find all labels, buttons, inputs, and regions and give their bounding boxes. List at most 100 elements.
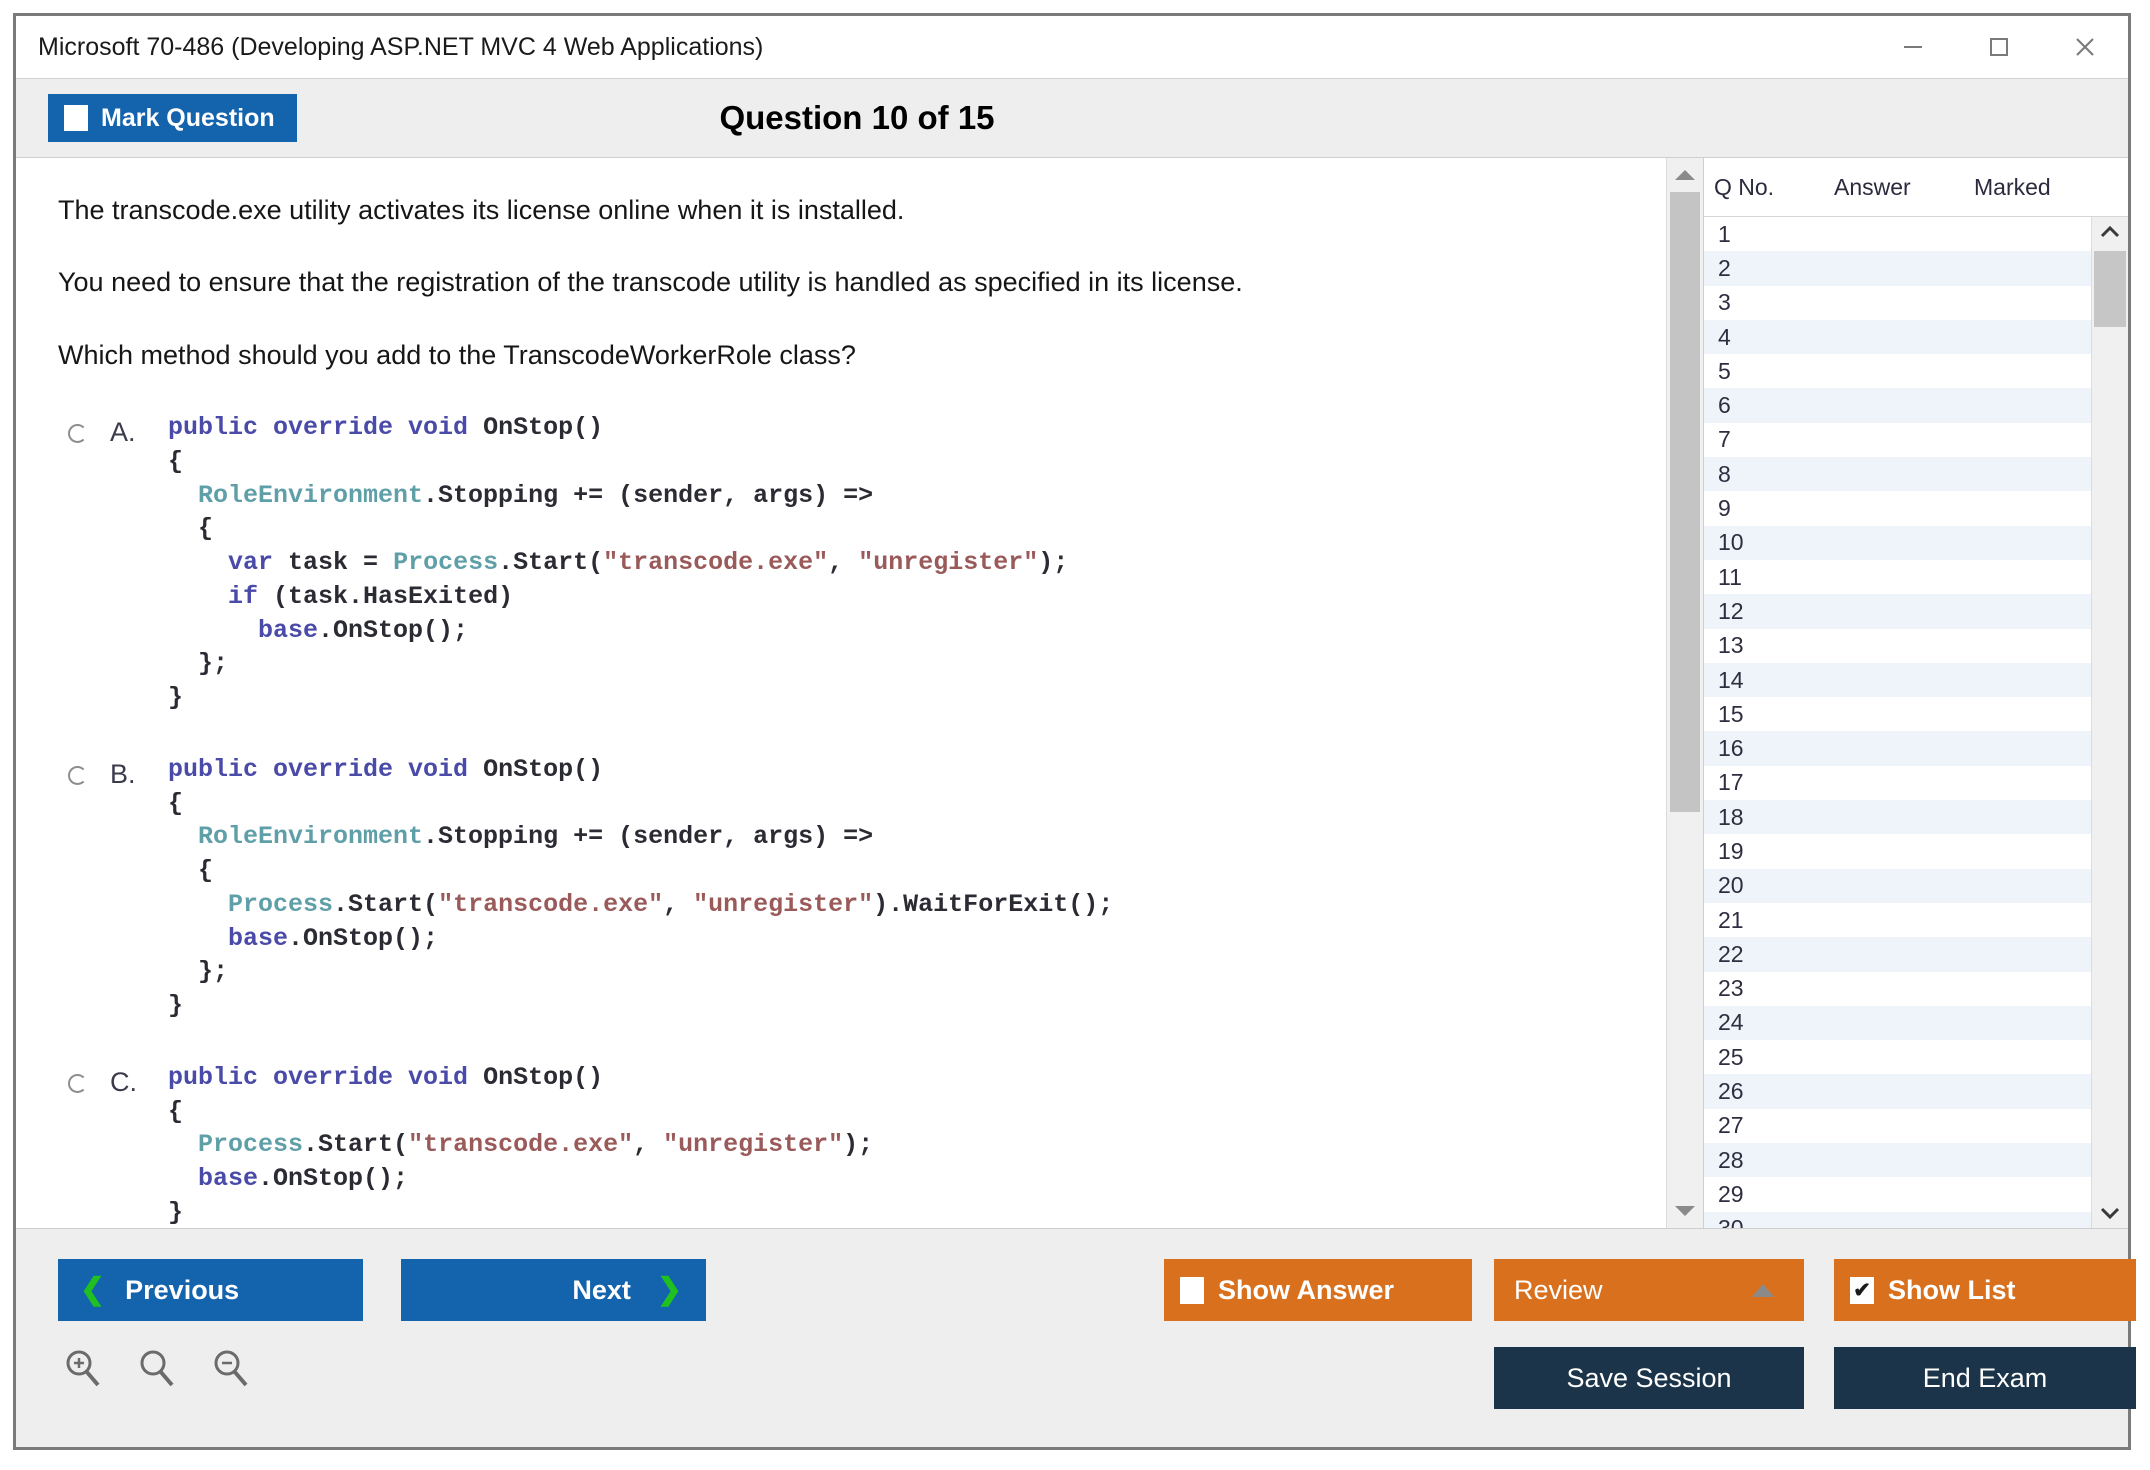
- radio-button-icon[interactable]: [68, 1074, 87, 1093]
- code-token: }: [168, 1198, 183, 1227]
- scroll-up-icon[interactable]: [1667, 158, 1703, 192]
- mark-question-checkbox-icon[interactable]: [64, 105, 88, 131]
- close-icon[interactable]: [2042, 16, 2128, 78]
- question-list-row[interactable]: 20: [1704, 869, 2091, 903]
- next-button[interactable]: Next ❯: [401, 1259, 706, 1321]
- question-list-scrollbar[interactable]: [2091, 217, 2128, 1228]
- code-token: .OnStop();: [258, 1164, 408, 1193]
- answer-option-b[interactable]: B.public override void OnStop() { RoleEn…: [58, 753, 1666, 1023]
- show-list-checkbox-icon[interactable]: ✔: [1850, 1277, 1874, 1304]
- question-list-row[interactable]: 17: [1704, 766, 2091, 800]
- question-list-row[interactable]: 24: [1704, 1006, 2091, 1040]
- question-list-row[interactable]: 22: [1704, 937, 2091, 971]
- question-list-row[interactable]: 6: [1704, 388, 2091, 422]
- mark-question-label: Mark Question: [101, 104, 275, 133]
- question-list-row[interactable]: 3: [1704, 286, 2091, 320]
- save-session-label: Save Session: [1566, 1363, 1731, 1394]
- question-list-row[interactable]: 8: [1704, 457, 2091, 491]
- row-question-number: 14: [1718, 667, 1828, 694]
- show-answer-checkbox-icon[interactable]: [1180, 1277, 1204, 1304]
- row-question-number: 4: [1718, 324, 1828, 351]
- window-title: Microsoft 70-486 (Developing ASP.NET MVC…: [38, 33, 763, 62]
- question-list-row[interactable]: 14: [1704, 663, 2091, 697]
- maximize-icon[interactable]: [1956, 16, 2042, 78]
- question-list-row[interactable]: 28: [1704, 1143, 2091, 1177]
- window-controls: [1870, 16, 2128, 78]
- list-scroll-up-icon[interactable]: [2092, 217, 2128, 247]
- code-token: base: [258, 616, 318, 645]
- scrollbar-thumb[interactable]: [1670, 192, 1700, 812]
- question-list-row[interactable]: 11: [1704, 560, 2091, 594]
- zoom-controls: [60, 1345, 256, 1393]
- review-label: Review: [1514, 1275, 1603, 1306]
- code-token: }: [168, 991, 183, 1020]
- answer-option-c[interactable]: C.public override void OnStop() { Proces…: [58, 1061, 1666, 1228]
- code-token: public override void: [168, 413, 483, 442]
- show-list-button[interactable]: ✔ Show List: [1834, 1259, 2136, 1321]
- scroll-down-icon[interactable]: [1667, 1194, 1703, 1228]
- list-scrollbar-thumb[interactable]: [2094, 251, 2126, 327]
- mark-question-button[interactable]: Mark Question: [48, 94, 297, 142]
- code-token: );: [843, 1130, 873, 1159]
- minimize-icon[interactable]: [1870, 16, 1956, 78]
- question-list-row[interactable]: 19: [1704, 834, 2091, 868]
- question-list-row[interactable]: 13: [1704, 629, 2091, 663]
- zoom-in-icon[interactable]: [60, 1345, 108, 1393]
- question-list-row[interactable]: 16: [1704, 731, 2091, 765]
- question-list-row[interactable]: 18: [1704, 800, 2091, 834]
- end-exam-button[interactable]: End Exam: [1834, 1347, 2136, 1409]
- question-list-row[interactable]: 4: [1704, 320, 2091, 354]
- row-question-number: 22: [1718, 941, 1828, 968]
- row-question-number: 16: [1718, 735, 1828, 762]
- code-token: "transcode.exe": [438, 890, 663, 919]
- code-token: "transcode.exe": [603, 548, 828, 577]
- code-token: Process: [198, 1130, 303, 1159]
- code-token: {: [168, 1097, 183, 1126]
- code-token: public override void: [168, 1063, 483, 1092]
- question-list-row[interactable]: 23: [1704, 972, 2091, 1006]
- code-token: RoleEnvironment: [168, 822, 423, 851]
- radio-wrap: [68, 753, 110, 785]
- row-question-number: 10: [1718, 529, 1828, 556]
- code-token: {: [168, 856, 213, 885]
- save-session-button[interactable]: Save Session: [1494, 1347, 1804, 1409]
- question-pane-scrollbar[interactable]: [1666, 158, 1703, 1228]
- code-token: .OnStop();: [318, 616, 468, 645]
- question-list-row[interactable]: 9: [1704, 491, 2091, 525]
- question-list-row[interactable]: 26: [1704, 1074, 2091, 1108]
- question-list-row[interactable]: 7: [1704, 423, 2091, 457]
- question-list-row[interactable]: 1: [1704, 217, 2091, 251]
- option-letter: B.: [110, 753, 168, 790]
- code-token: OnStop(): [483, 755, 603, 784]
- code-token: ).WaitForExit();: [873, 890, 1113, 919]
- question-paragraph-3: Which method should you add to the Trans…: [58, 339, 1666, 371]
- answer-option-a[interactable]: A.public override void OnStop() { RoleEn…: [58, 411, 1666, 715]
- end-exam-label: End Exam: [1923, 1363, 2048, 1394]
- radio-button-icon[interactable]: [68, 766, 87, 785]
- question-list-row[interactable]: 25: [1704, 1040, 2091, 1074]
- zoom-out-icon[interactable]: [208, 1345, 256, 1393]
- question-list-panel: Q No. Answer Marked 12345678910111213141…: [1703, 158, 2128, 1228]
- row-question-number: 11: [1718, 564, 1828, 591]
- review-button[interactable]: Review: [1494, 1259, 1804, 1321]
- question-list-row[interactable]: 29: [1704, 1177, 2091, 1211]
- question-list-row[interactable]: 2: [1704, 251, 2091, 285]
- previous-button[interactable]: ❮ Previous: [58, 1259, 363, 1321]
- question-list-row[interactable]: 15: [1704, 697, 2091, 731]
- question-list-row[interactable]: 12: [1704, 594, 2091, 628]
- code-token: task =: [273, 548, 393, 577]
- question-list-row[interactable]: 10: [1704, 526, 2091, 560]
- code-token: .Stopping += (sender, args) =>: [423, 481, 873, 510]
- main-body: The transcode.exe utility activates its …: [16, 157, 2128, 1228]
- question-list-row[interactable]: 5: [1704, 354, 2091, 388]
- question-list-row[interactable]: 30: [1704, 1212, 2091, 1228]
- show-answer-button[interactable]: Show Answer: [1164, 1259, 1472, 1321]
- code-token: "transcode.exe": [408, 1130, 633, 1159]
- question-list-row[interactable]: 21: [1704, 903, 2091, 937]
- radio-button-icon[interactable]: [68, 424, 87, 443]
- question-list-row[interactable]: 27: [1704, 1109, 2091, 1143]
- zoom-reset-icon[interactable]: [134, 1345, 182, 1393]
- page-title: Question 10 of 15: [16, 99, 2128, 137]
- list-scroll-down-icon[interactable]: [2092, 1198, 2128, 1228]
- code-token: [168, 1164, 198, 1193]
